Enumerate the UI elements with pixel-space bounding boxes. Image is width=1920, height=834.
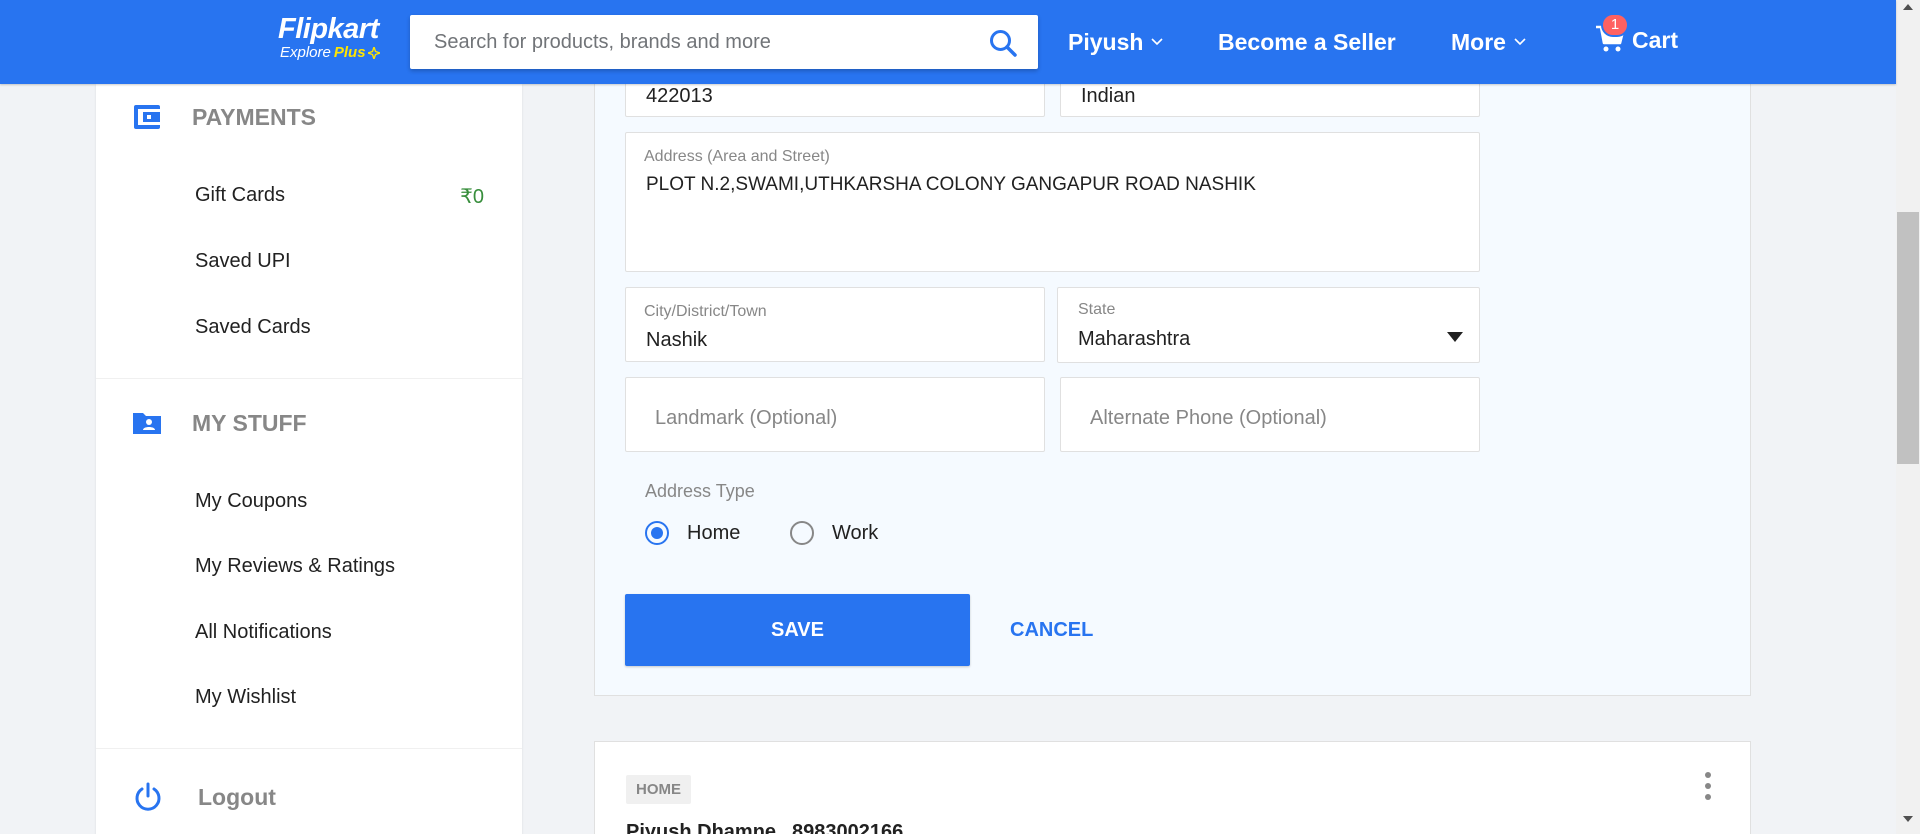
- chevron-down-icon: [1151, 38, 1163, 46]
- sidebar-item-gift-cards[interactable]: Gift Cards: [195, 184, 285, 207]
- work-label: Work: [832, 521, 879, 544]
- city-label-text: City/District/Town: [644, 303, 767, 320]
- search-input[interactable]: [410, 15, 950, 69]
- become-seller-label: Become a Seller: [1218, 29, 1396, 55]
- search-button[interactable]: [988, 28, 1018, 58]
- sidebar-item-reviews-ratings[interactable]: My Reviews & Ratings: [195, 555, 395, 578]
- search-icon: [990, 30, 1017, 57]
- search-bar: [410, 15, 1038, 69]
- chevron-down-icon: [1514, 38, 1526, 46]
- more-label: More: [1451, 29, 1506, 55]
- logout-label: Logout: [198, 784, 276, 810]
- scroll-up-arrow-icon[interactable]: [1903, 4, 1913, 10]
- sidebar-item-my-wishlist[interactable]: My Wishlist: [195, 686, 296, 709]
- my-stuff-title: MY STUFF: [192, 410, 307, 436]
- radio-circle: [790, 521, 814, 545]
- address-type-label: Address Type: [645, 481, 755, 501]
- folder-user-icon: [133, 413, 161, 434]
- landmark-field[interactable]: Landmark (Optional): [625, 377, 1045, 452]
- user-name: Piyush: [1068, 29, 1144, 55]
- save-button[interactable]: SAVE: [625, 594, 970, 666]
- address-type-tag: HOME: [626, 775, 691, 804]
- address-type-work-radio[interactable]: Work: [790, 521, 878, 545]
- logo-explore-text: Explore: [280, 44, 331, 61]
- become-seller-link[interactable]: Become a Seller: [1218, 27, 1396, 57]
- more-menu[interactable]: More: [1451, 27, 1526, 57]
- address-label: Address (Area and Street): [644, 148, 830, 165]
- address-type-home-radio[interactable]: Home: [645, 521, 740, 545]
- top-header: Flipkart Explore Plus Piyush Become a Se…: [0, 0, 1896, 84]
- page-scrollbar[interactable]: [1896, 0, 1920, 834]
- scroll-thumb[interactable]: [1897, 212, 1919, 464]
- pincode-value: 422013: [646, 85, 713, 107]
- state-label: State: [1078, 301, 1116, 318]
- section-divider: [96, 378, 522, 379]
- sidebar-item-all-notifications[interactable]: All Notifications: [195, 621, 332, 644]
- sidebar-item-my-coupons[interactable]: My Coupons: [195, 490, 307, 513]
- section-divider: [96, 748, 522, 749]
- scroll-down-arrow-icon[interactable]: [1903, 816, 1913, 822]
- radio-circle: [645, 521, 669, 545]
- kebab-menu-icon[interactable]: [1704, 772, 1712, 800]
- alternate-phone-field[interactable]: Alternate Phone (Optional): [1060, 377, 1480, 452]
- locality-value: Indian: [1081, 85, 1136, 107]
- cart-count-badge: 1: [1601, 13, 1629, 37]
- saved-address-card: HOME Piyush Dhamne 8983002166: [594, 741, 1751, 834]
- address-contact-phone: 8983002166: [792, 821, 904, 834]
- cart-icon-wrap: 1: [1594, 13, 1629, 54]
- sidebar-item-saved-cards[interactable]: Saved Cards: [195, 316, 311, 339]
- home-label: Home: [687, 521, 741, 544]
- city-value: Nashik: [646, 329, 708, 351]
- gift-card-balance: ₹0: [460, 186, 484, 208]
- address-value: PLOT N.2,SWAMI,UTHKARSHA COLONY GANGAPUR…: [646, 174, 1256, 195]
- cancel-button[interactable]: CANCEL: [1010, 610, 1093, 650]
- flipkart-logo[interactable]: Flipkart Explore Plus: [278, 13, 380, 61]
- state-select[interactable]: State Maharashtra: [1057, 287, 1480, 363]
- address-contact-name: Piyush Dhamne: [626, 821, 777, 834]
- plus-star-icon: [367, 47, 380, 59]
- caret-down-icon: [1447, 332, 1463, 342]
- logo-tagline: Explore Plus: [280, 45, 380, 61]
- wallet-icon: [134, 105, 160, 129]
- landmark-placeholder: Landmark (Optional): [655, 407, 838, 429]
- logo-wordmark: Flipkart: [278, 13, 379, 45]
- user-menu[interactable]: Piyush: [1068, 27, 1163, 57]
- cart-label: Cart: [1632, 27, 1679, 53]
- payments-title: PAYMENTS: [192, 104, 316, 130]
- state-value: Maharashtra: [1078, 328, 1191, 350]
- sidebar-item-saved-upi[interactable]: Saved UPI: [195, 250, 291, 273]
- cart-link[interactable]: 1 Cart: [1594, 13, 1679, 54]
- address-textarea[interactable]: Address (Area and Street) PLOT N.2,SWAMI…: [625, 132, 1480, 272]
- alternate-phone-placeholder: Alternate Phone (Optional): [1090, 407, 1327, 429]
- logo-plus-text: Plus: [333, 44, 366, 61]
- power-icon: [135, 782, 161, 811]
- city-field[interactable]: City/District/Town Nashik: [625, 287, 1045, 362]
- account-sidebar: PAYMENTS Gift Cards ₹0 Saved UPI Saved C…: [96, 84, 522, 834]
